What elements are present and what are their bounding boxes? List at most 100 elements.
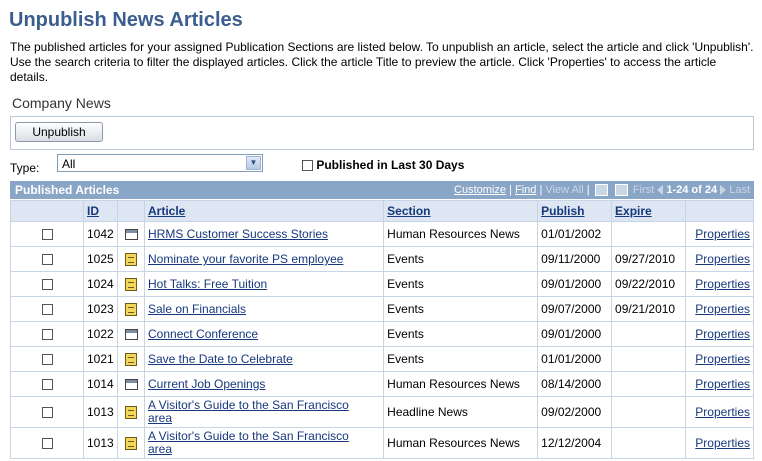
table-row: 1025 Nominate your favorite PS employee …	[10, 246, 755, 272]
article-section: Events	[383, 246, 539, 272]
last-link[interactable]: Last	[729, 184, 750, 196]
article-id: 1023	[83, 296, 118, 322]
row-checkbox[interactable]	[41, 407, 53, 419]
article-section: Human Resources News	[383, 221, 539, 247]
row-checkbox[interactable]	[41, 254, 53, 266]
section-column-header[interactable]: Section	[383, 200, 539, 222]
row-checkbox[interactable]	[41, 329, 53, 341]
table-row: 1013 A Visitor's Guide to the San Franci…	[10, 427, 755, 459]
previous-icon[interactable]	[657, 185, 664, 196]
action-box: Unpublish	[10, 116, 754, 150]
type-select[interactable]: All ▼	[57, 154, 263, 172]
article-id: 1024	[83, 271, 118, 297]
row-checkbox[interactable]	[41, 229, 53, 241]
properties-link[interactable]: Properties	[695, 277, 750, 291]
download-icon[interactable]	[614, 184, 628, 197]
article-title-link[interactable]: Nominate your favorite PS employee	[148, 252, 343, 266]
grid-title: Published Articles	[15, 183, 120, 197]
articles-table: ID Article Section Publish Expire 1042 H…	[10, 200, 755, 459]
expire-date	[611, 371, 686, 397]
article-column-header[interactable]: Article	[143, 200, 385, 222]
grid-toolbar: Customize | Find | View All | First 1-24…	[454, 184, 750, 197]
note-icon	[125, 353, 137, 367]
table-row: 1024 Hot Talks: Free Tuition Events 09/0…	[10, 271, 755, 297]
article-title-link[interactable]: A Visitor's Guide to the San Francisco a…	[148, 399, 358, 425]
expire-date	[611, 427, 686, 459]
properties-link[interactable]: Properties	[695, 436, 750, 450]
row-checkbox[interactable]	[41, 279, 53, 291]
publish-date: 12/12/2004	[537, 427, 613, 459]
publish-sort-link[interactable]: Publish	[541, 204, 584, 218]
article-section: Headline News	[383, 396, 539, 428]
type-label: Type:	[10, 161, 40, 175]
news-icon	[124, 329, 138, 341]
toolbar-separator: |	[539, 184, 543, 196]
note-icon	[125, 303, 137, 317]
expire-sort-link[interactable]: Expire	[615, 204, 652, 218]
note-icon	[125, 406, 137, 420]
table-row: 1014 Current Job Openings Human Resource…	[10, 371, 755, 397]
article-section: Events	[383, 321, 539, 347]
article-section: Human Resources News	[383, 427, 539, 459]
note-icon	[125, 278, 137, 292]
unpublish-button[interactable]: Unpublish	[15, 122, 103, 142]
type-select-value: All	[62, 157, 76, 171]
article-title-link[interactable]: Connect Conference	[148, 327, 258, 341]
expire-column-header[interactable]: Expire	[611, 200, 686, 222]
table-row: 1023 Sale on Financials Events 09/07/200…	[10, 296, 755, 322]
properties-link[interactable]: Properties	[695, 327, 750, 341]
view-all-link[interactable]: View All	[545, 184, 583, 196]
article-title-link[interactable]: A Visitor's Guide to the San Francisco a…	[148, 430, 358, 456]
publish-column-header[interactable]: Publish	[537, 200, 613, 222]
article-title-link[interactable]: Sale on Financials	[148, 302, 246, 316]
properties-link[interactable]: Properties	[695, 302, 750, 316]
find-link[interactable]: Find	[515, 184, 536, 196]
article-sort-link[interactable]: Article	[148, 204, 185, 218]
published-30-days-filter[interactable]: Published in Last 30 Days	[302, 158, 464, 172]
properties-link[interactable]: Properties	[695, 352, 750, 366]
table-row: 1042 HRMS Customer Success Stories Human…	[10, 221, 755, 247]
article-title-link[interactable]: Current Job Openings	[148, 377, 265, 391]
news-icon	[124, 379, 138, 391]
row-range: 1-24 of 24	[666, 184, 718, 196]
row-checkbox[interactable]	[41, 304, 53, 316]
publish-date: 08/14/2000	[537, 371, 613, 397]
toolbar-separator: |	[509, 184, 512, 196]
toolbar-separator: |	[586, 184, 590, 196]
expire-date: 09/21/2010	[611, 296, 686, 322]
article-title-link[interactable]: Save the Date to Celebrate	[148, 352, 293, 366]
first-link[interactable]: First	[633, 184, 654, 196]
article-section: Human Resources News	[383, 371, 539, 397]
article-title-link[interactable]: HRMS Customer Success Stories	[148, 227, 328, 241]
published-30-days-checkbox[interactable]	[302, 160, 313, 172]
customize-link[interactable]: Customize	[454, 184, 506, 196]
expire-date	[611, 221, 686, 247]
article-id: 1013	[83, 427, 118, 459]
table-row: 1013 A Visitor's Guide to the San Franci…	[10, 396, 755, 428]
note-icon	[125, 437, 137, 451]
properties-link[interactable]: Properties	[695, 405, 750, 419]
article-id: 1022	[83, 321, 118, 347]
id-column-header[interactable]: ID	[83, 200, 118, 222]
article-title-link[interactable]: Hot Talks: Free Tuition	[148, 277, 267, 291]
section-title: Company News	[12, 95, 111, 111]
article-id: 1025	[83, 246, 118, 272]
properties-link[interactable]: Properties	[695, 252, 750, 266]
publish-date: 09/01/2000	[537, 321, 613, 347]
row-checkbox[interactable]	[41, 354, 53, 366]
properties-link[interactable]: Properties	[695, 377, 750, 391]
zoom-icon[interactable]	[594, 184, 608, 197]
id-sort-link[interactable]: ID	[87, 204, 99, 218]
select-column-header	[10, 200, 84, 222]
next-icon[interactable]	[720, 185, 727, 196]
article-id: 1014	[83, 371, 118, 397]
article-section: Events	[383, 296, 539, 322]
chevron-down-icon[interactable]: ▼	[246, 156, 261, 170]
article-id: 1013	[83, 396, 118, 428]
row-checkbox[interactable]	[41, 438, 53, 450]
properties-link[interactable]: Properties	[695, 227, 750, 241]
publish-date: 01/01/2000	[537, 346, 613, 372]
icon-column-header	[117, 200, 145, 222]
row-checkbox[interactable]	[41, 379, 53, 391]
section-sort-link[interactable]: Section	[387, 204, 430, 218]
